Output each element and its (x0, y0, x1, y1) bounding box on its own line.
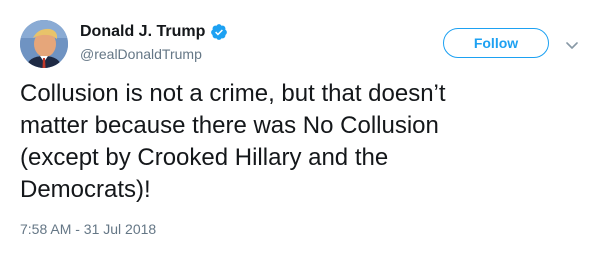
avatar[interactable] (20, 20, 68, 68)
chevron-down-icon[interactable] (566, 38, 578, 49)
tweet-text-line: Democrats)! (20, 176, 151, 203)
tweet-card: Donald J. Trump @realDonaldTrump Follow … (0, 0, 594, 253)
display-name[interactable]: Donald J. Trump (80, 22, 205, 42)
handle[interactable]: @realDonaldTrump (80, 45, 228, 63)
verified-badge-icon (210, 23, 228, 41)
follow-button[interactable]: Follow (443, 28, 549, 58)
tweet-text-line: Collusion is not a crime, but that doesn… (20, 80, 446, 107)
name-row: Donald J. Trump (80, 22, 228, 42)
tweet-text-line: matter because there was No Collusion (20, 112, 439, 139)
timestamp-link[interactable]: 7:58 AM - 31 Jul 2018 (20, 220, 156, 238)
tweet-text: Collusion is not a crime, but that doesn… (20, 78, 565, 206)
author-block: Donald J. Trump @realDonaldTrump (80, 22, 228, 63)
tweet-text-line: (except by Crooked Hillary and the (20, 144, 389, 171)
avatar-image (20, 20, 68, 68)
